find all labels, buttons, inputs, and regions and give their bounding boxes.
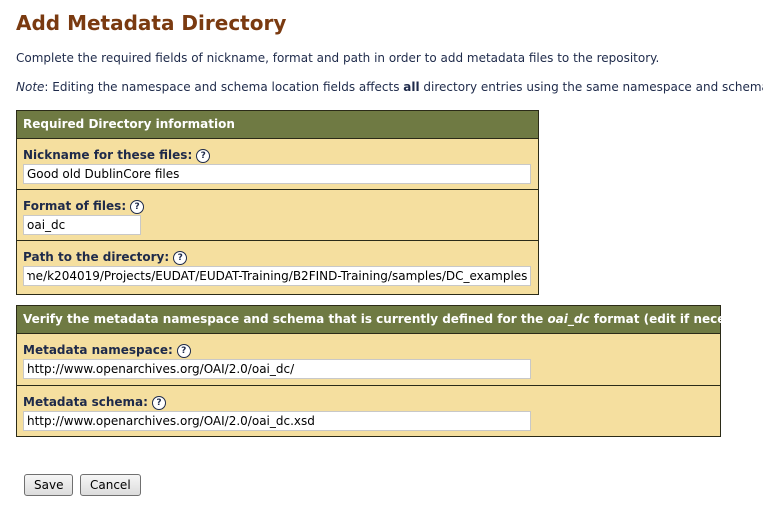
- format-row: Format of files:?: [17, 190, 538, 241]
- path-input[interactable]: [23, 266, 531, 286]
- help-icon[interactable]: ?: [173, 251, 188, 265]
- note-label: Note: [16, 80, 45, 94]
- nickname-label: Nickname for these files:: [23, 148, 193, 162]
- path-label: Path to the directory:: [23, 250, 170, 264]
- path-label-wrap: Path to the directory:?: [23, 250, 188, 265]
- note-bold: all: [403, 80, 420, 94]
- format-label: Format of files:: [23, 199, 127, 213]
- verify-title-before: Verify the metadata namespace and schema…: [23, 312, 548, 326]
- save-button[interactable]: Save: [24, 474, 74, 496]
- verify-title-format: oai_dc: [547, 312, 590, 326]
- help-icon[interactable]: ?: [130, 200, 145, 214]
- verify-title-after: format (edit if necessary):: [589, 312, 763, 326]
- schema-label-wrap: Metadata schema:?: [23, 395, 166, 410]
- page-title: Add Metadata Directory: [16, 11, 287, 35]
- cancel-button[interactable]: Cancel: [80, 474, 141, 496]
- schema-input[interactable]: [23, 411, 531, 431]
- help-icon[interactable]: ?: [196, 149, 211, 163]
- note-text-before: : Editing the namespace and schema locat…: [44, 80, 404, 94]
- nickname-input[interactable]: [23, 164, 531, 184]
- format-label-wrap: Format of files:?: [23, 199, 145, 214]
- nickname-label-wrap: Nickname for these files:?: [23, 148, 211, 163]
- required-directory-panel: Required Directory information Nickname …: [16, 110, 539, 295]
- namespace-label-wrap: Metadata namespace:?: [23, 343, 191, 358]
- help-icon[interactable]: ?: [176, 344, 191, 358]
- schema-row: Metadata schema:?: [17, 386, 720, 438]
- namespace-row: Metadata namespace:?: [17, 334, 720, 386]
- schema-label: Metadata schema:: [23, 395, 148, 409]
- path-row: Path to the directory:?: [17, 241, 538, 292]
- required-panel-header: Required Directory information: [17, 111, 538, 139]
- namespace-label: Metadata namespace:: [23, 343, 173, 357]
- note-text: Note: Editing the namespace and schema l…: [16, 80, 763, 94]
- verify-panel-header: Verify the metadata namespace and schema…: [17, 306, 763, 334]
- verify-namespace-panel: Verify the metadata namespace and schema…: [16, 305, 763, 438]
- nickname-row: Nickname for these files:?: [17, 139, 538, 190]
- intro-text: Complete the required fields of nickname…: [16, 51, 660, 65]
- help-icon[interactable]: ?: [151, 396, 166, 410]
- namespace-input[interactable]: [23, 359, 531, 379]
- note-text-after: directory entries using the same namespa…: [419, 80, 763, 94]
- format-input[interactable]: [23, 215, 141, 235]
